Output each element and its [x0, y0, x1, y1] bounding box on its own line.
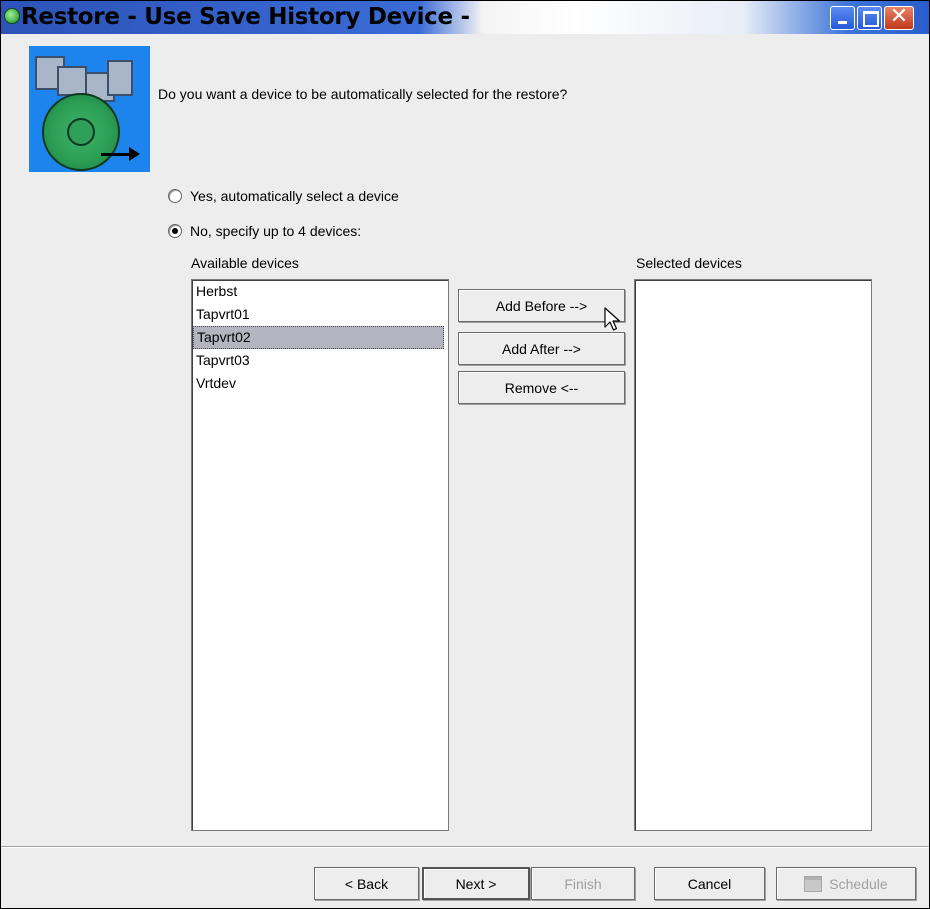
close-button[interactable]: ✕ [884, 4, 914, 30]
footer-separator [1, 846, 929, 848]
cancel-button[interactable]: Cancel [654, 867, 765, 900]
available-devices-label: Available devices [191, 255, 299, 271]
minimize-button[interactable] [830, 6, 855, 30]
back-button[interactable]: < Back [314, 867, 419, 900]
maximize-button[interactable] [857, 6, 882, 30]
next-button[interactable]: Next > [422, 867, 530, 900]
schedule-label: Schedule [829, 875, 888, 892]
mouse-pointer-icon [604, 307, 621, 331]
list-item[interactable]: Tapvrt01 [193, 303, 444, 326]
wizard-window: Restore - Use Save History Device - ✕ Do… [0, 0, 930, 909]
selected-devices-label: Selected devices [636, 255, 742, 271]
list-item[interactable]: Vrtdev [193, 372, 444, 395]
add-before-button[interactable]: Add Before --> [458, 289, 625, 322]
add-after-button[interactable]: Add After --> [458, 332, 625, 365]
title-bar[interactable]: Restore - Use Save History Device - ✕ [1, 1, 929, 34]
radio-specify-devices[interactable]: No, specify up to 4 devices: [168, 223, 361, 239]
window-title: Restore - Use Save History Device - [21, 4, 470, 30]
minimize-icon [838, 21, 847, 24]
remove-button[interactable]: Remove <-- [458, 371, 625, 404]
finish-button[interactable]: Finish [531, 867, 635, 900]
selected-devices-list[interactable] [634, 279, 872, 831]
radio-auto-select-label: Yes, automatically select a device [190, 188, 399, 204]
list-item[interactable]: Tapvrt02 [193, 326, 444, 349]
close-icon: ✕ [889, 4, 909, 29]
calendar-icon [804, 875, 823, 892]
radio-button-icon[interactable] [168, 189, 182, 203]
radio-specify-devices-label: No, specify up to 4 devices: [190, 223, 362, 239]
app-icon [4, 8, 20, 24]
tape-restore-icon [29, 46, 150, 172]
schedule-button[interactable]: Schedule [776, 867, 916, 900]
wizard-question: Do you want a device to be automatically… [158, 86, 568, 102]
available-devices-list[interactable]: Herbst Tapvrt01 Tapvrt02 Tapvrt03 Vrtdev [191, 279, 449, 831]
radio-auto-select[interactable]: Yes, automatically select a device [168, 188, 399, 204]
radio-button-checked-icon[interactable] [168, 224, 182, 238]
maximize-icon [863, 11, 879, 27]
list-item[interactable]: Tapvrt03 [193, 349, 444, 372]
list-item[interactable]: Herbst [193, 280, 444, 303]
